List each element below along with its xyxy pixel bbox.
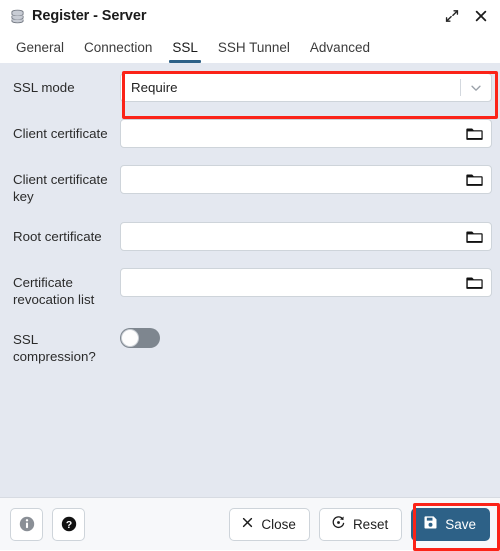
row-root-certificate: Root certificate (8, 222, 492, 251)
reset-icon (331, 515, 346, 533)
close-button[interactable]: Close (229, 507, 310, 541)
reset-button[interactable]: Reset (318, 507, 403, 541)
client-certificate-key-input[interactable] (121, 166, 457, 193)
ssl-mode-selected-value: Require (131, 80, 178, 95)
label-ssl-mode: SSL mode (13, 80, 75, 95)
titlebar-controls (444, 9, 488, 24)
dialog-footer: ? Close Reset Save (0, 497, 500, 550)
field-certificate-revocation-list (120, 268, 492, 297)
tab-ssl[interactable]: SSL (162, 32, 208, 63)
root-certificate-input-wrap (120, 222, 492, 251)
footer-right-actions: Close Reset Save (229, 507, 490, 541)
label-client-certificate-key: Client certificate key (13, 172, 108, 204)
field-ssl-compression (120, 325, 492, 348)
client-certificate-input-wrap (120, 119, 492, 148)
tab-advanced[interactable]: Advanced (300, 32, 380, 63)
field-root-certificate (120, 222, 492, 251)
folder-icon[interactable] (457, 126, 491, 142)
close-x-icon (241, 516, 254, 532)
footer-left-actions: ? (10, 507, 85, 541)
client-certificate-input[interactable] (121, 120, 457, 147)
save-button[interactable]: Save (411, 507, 490, 541)
field-ssl-mode: Require (120, 73, 492, 102)
reset-button-label: Reset (352, 516, 389, 532)
toggle-knob (121, 329, 139, 347)
tabbar: General Connection SSL SSH Tunnel Advanc… (0, 32, 500, 63)
field-client-certificate-key (120, 165, 492, 194)
row-client-certificate-key: Client certificate key (8, 165, 492, 205)
server-icon (10, 9, 25, 24)
field-client-certificate (120, 119, 492, 148)
help-button[interactable]: ? (52, 507, 85, 541)
label-ssl-compression: SSL compression? (13, 332, 96, 364)
tab-general[interactable]: General (6, 32, 74, 63)
label-root-certificate: Root certificate (13, 229, 102, 244)
tab-connection[interactable]: Connection (74, 32, 162, 63)
ssl-compression-toggle[interactable] (120, 328, 160, 348)
svg-text:?: ? (65, 520, 71, 531)
info-button[interactable] (10, 507, 43, 541)
row-ssl-mode: SSL mode Require (8, 73, 492, 102)
label-certificate-revocation-list: Certificate revocation list (13, 275, 95, 307)
chevron-down-icon[interactable] (461, 81, 491, 95)
window-title: Register - Server (32, 8, 147, 24)
close-button-label: Close (261, 516, 296, 532)
certificate-revocation-list-input-wrap (120, 268, 492, 297)
row-client-certificate: Client certificate (8, 119, 492, 148)
question-mark-icon: ? (61, 516, 76, 532)
save-button-label: Save (445, 516, 476, 532)
ssl-settings-panel: SSL mode Require Client certificate Clie… (0, 63, 500, 497)
row-ssl-compression: SSL compression? (8, 325, 492, 365)
folder-icon[interactable] (457, 275, 491, 291)
root-certificate-input[interactable] (121, 223, 457, 250)
tab-ssh-tunnel[interactable]: SSH Tunnel (208, 32, 300, 63)
label-client-certificate: Client certificate (13, 126, 108, 141)
client-certificate-key-input-wrap (120, 165, 492, 194)
folder-icon[interactable] (457, 229, 491, 245)
titlebar: Register - Server (0, 0, 500, 32)
info-icon (19, 516, 34, 532)
certificate-revocation-list-input[interactable] (121, 269, 457, 296)
register-server-dialog: Register - Server General Connection SSL… (0, 0, 500, 551)
close-icon[interactable] (473, 9, 488, 24)
save-disk-icon (423, 515, 438, 533)
ssl-mode-select[interactable]: Require (120, 73, 492, 102)
titlebar-left: Register - Server (10, 8, 444, 24)
maximize-icon[interactable] (444, 9, 459, 24)
row-certificate-revocation-list: Certificate revocation list (8, 268, 492, 308)
folder-icon[interactable] (457, 172, 491, 188)
